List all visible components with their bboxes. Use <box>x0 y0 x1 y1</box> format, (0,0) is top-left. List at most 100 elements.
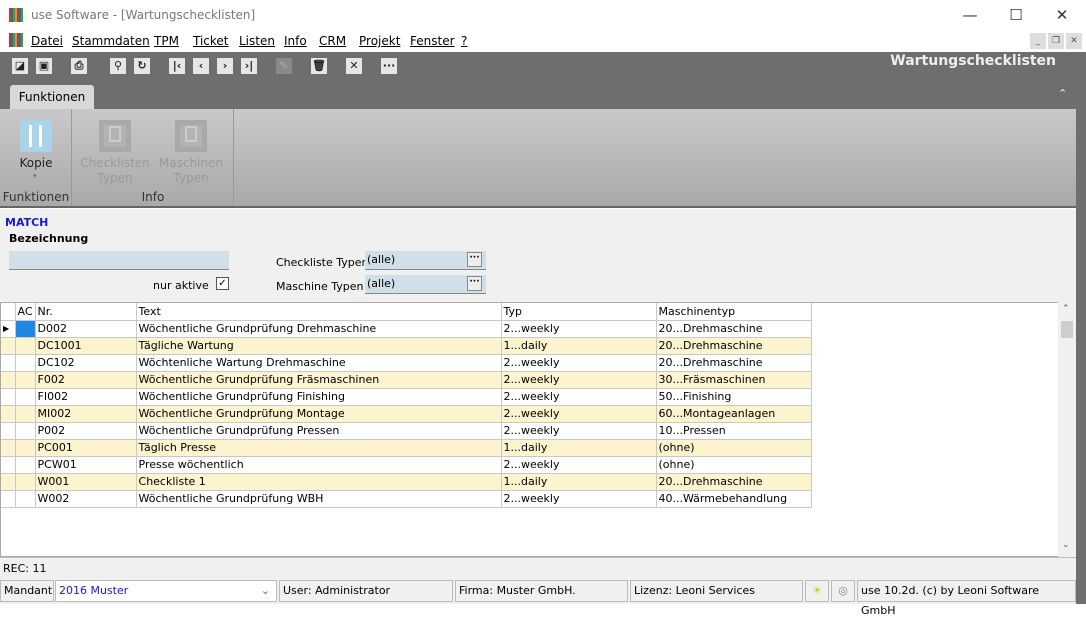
bezeichnung-input[interactable] <box>9 251 229 270</box>
menu-help[interactable]: ? <box>461 34 467 48</box>
checkliste-typen-browse-button[interactable]: ··· <box>467 252 482 267</box>
cell-nr[interactable]: FI002 <box>35 388 137 406</box>
table-row[interactable]: F002 Wöchentliche Grundprüfung Fräsmaschi… <box>1 371 812 389</box>
save-icon[interactable]: ▣ <box>36 58 52 74</box>
close-button[interactable]: ✕ <box>1047 4 1077 26</box>
menu-ticket[interactable]: Ticket <box>193 34 229 48</box>
cell-nr[interactable]: DC1001 <box>35 337 137 355</box>
collapse-ribbon-icon[interactable]: ⌃ <box>1058 87 1067 100</box>
cell-maschinentyp[interactable]: (ohne) <box>656 439 812 457</box>
cell-text[interactable]: Wöchentliche Grundprüfung Pressen <box>136 422 502 440</box>
row-indicator[interactable] <box>1 337 16 355</box>
mdi-close-button[interactable]: ✕ <box>1066 33 1082 49</box>
cell-maschinentyp[interactable]: 20...Drehmaschine <box>656 320 812 338</box>
cell-nr[interactable]: DC102 <box>35 354 137 372</box>
cell-maschinentyp[interactable]: 20...Drehmaschine <box>656 337 812 355</box>
cell-text[interactable]: Checkliste 1 <box>136 473 502 491</box>
cell-maschinentyp[interactable]: 10...Pressen <box>656 422 812 440</box>
column-header-text[interactable]: Text <box>136 303 502 321</box>
column-header-nr[interactable]: Nr. <box>35 303 137 321</box>
row-indicator[interactable] <box>1 439 16 457</box>
cell-typ[interactable]: 2...weekly <box>501 354 657 372</box>
cancel-icon[interactable]: ✕ <box>346 58 362 74</box>
first-record-icon[interactable]: |‹ <box>169 58 185 74</box>
row-indicator[interactable] <box>1 490 16 508</box>
menu-fenster[interactable]: Fenster <box>410 34 455 48</box>
cell-ac[interactable] <box>15 473 36 491</box>
column-header-typ[interactable]: Typ <box>501 303 657 321</box>
menu-crm[interactable]: CRM <box>319 34 346 48</box>
cell-ac[interactable] <box>15 456 36 474</box>
more-icon[interactable]: ··· <box>381 58 397 74</box>
cell-ac[interactable] <box>15 422 36 440</box>
minimize-button[interactable]: — <box>955 4 985 26</box>
table-row[interactable]: W001 Checkliste 1 1...daily 20...Drehmaschi… <box>1 473 812 491</box>
cell-ac[interactable] <box>15 371 36 389</box>
next-record-icon[interactable]: › <box>217 58 233 74</box>
scrollbar-thumb[interactable] <box>1061 321 1073 338</box>
cell-ac[interactable] <box>15 337 36 355</box>
cell-typ[interactable]: 2...weekly <box>501 371 657 389</box>
table-row[interactable]: MI002 Wöchentliche Grundprüfung Montage 2.… <box>1 405 812 423</box>
search-icon[interactable]: ⚲ <box>110 58 126 74</box>
cell-nr[interactable]: P002 <box>35 422 137 440</box>
menu-listen[interactable]: Listen <box>239 34 275 48</box>
cell-nr[interactable]: PCW01 <box>35 456 137 474</box>
cell-maschinentyp[interactable]: (ohne) <box>656 456 812 474</box>
last-record-icon[interactable]: ›| <box>241 58 257 74</box>
cell-typ[interactable]: 2...weekly <box>501 490 657 508</box>
cell-nr[interactable]: W002 <box>35 490 137 508</box>
current-row-indicator-icon[interactable]: ▶ <box>1 320 16 338</box>
mandant-select[interactable]: 2016 Muster ⌄ <box>55 580 277 602</box>
table-row[interactable]: W002 Wöchentliche Grundprüfung WBH 2...wee… <box>1 490 812 508</box>
cell-typ[interactable]: 1...daily <box>501 473 657 491</box>
cell-ac[interactable] <box>15 439 36 457</box>
tab-funktionen[interactable]: Funktionen <box>10 85 94 109</box>
row-indicator[interactable] <box>1 354 16 372</box>
row-indicator[interactable] <box>1 456 16 474</box>
maximize-button[interactable]: ☐ <box>1001 4 1031 26</box>
vertical-scrollbar[interactable]: ⌃ ⌄ <box>1058 302 1076 557</box>
cell-ac[interactable] <box>15 388 36 406</box>
cell-ac[interactable] <box>15 405 36 423</box>
cell-text[interactable]: Wöchentliche Grundprüfung Drehmaschine <box>136 320 502 338</box>
scroll-down-icon[interactable]: ⌄ <box>1062 540 1070 550</box>
cell-nr[interactable]: MI002 <box>35 405 137 423</box>
cell-ac[interactable] <box>15 354 36 372</box>
cell-text[interactable]: Wöchentliche Grundprüfung Fräsmaschinen <box>136 371 502 389</box>
cell-typ[interactable]: 2...weekly <box>501 422 657 440</box>
cell-typ[interactable]: 2...weekly <box>501 320 657 338</box>
cell-typ[interactable]: 1...daily <box>501 337 657 355</box>
cell-typ[interactable]: 2...weekly <box>501 388 657 406</box>
light-bulb-icon[interactable]: ☀ <box>805 580 829 602</box>
table-row[interactable]: DC1001 Tägliche Wartung 1...daily 20...Dreh… <box>1 337 812 355</box>
column-header-ac[interactable]: AC <box>15 303 36 321</box>
copy-icon[interactable] <box>20 120 52 152</box>
row-indicator[interactable] <box>1 388 16 406</box>
cell-typ[interactable]: 1...daily <box>501 439 657 457</box>
cell-maschinentyp[interactable]: 40...Wärmebehandlung <box>656 490 812 508</box>
delete-icon[interactable]: 🗑 <box>311 58 327 74</box>
row-indicator[interactable] <box>1 371 16 389</box>
cell-maschinentyp[interactable]: 30...Fräsmaschinen <box>656 371 812 389</box>
cell-maschinentyp[interactable]: 50...Finishing <box>656 388 812 406</box>
new-icon[interactable]: ◪ <box>12 58 28 74</box>
cell-text[interactable]: Presse wöchentlich <box>136 456 502 474</box>
row-indicator[interactable] <box>1 422 16 440</box>
print-icon[interactable]: ⎙ <box>71 58 87 74</box>
table-row[interactable]: PC001 Täglich Presse 1...daily (ohne) <box>1 439 812 457</box>
mdi-restore-button[interactable]: ❐ <box>1048 33 1064 49</box>
cell-ac[interactable] <box>15 490 36 508</box>
cell-maschinentyp[interactable]: 60...Montageanlagen <box>656 405 812 423</box>
cell-text[interactable]: Wöchentliche Grundprüfung WBH <box>136 490 502 508</box>
previous-record-icon[interactable]: ‹ <box>193 58 209 74</box>
cell-text[interactable]: Tägliche Wartung <box>136 337 502 355</box>
table-row[interactable]: FI002 Wöchentliche Grundprüfung Finishing… <box>1 388 812 406</box>
menu-projekt[interactable]: Projekt <box>359 34 400 48</box>
table-row[interactable]: ▶ D002 Wöchentliche Grundprüfung Drehmasch… <box>1 320 812 338</box>
menu-datei[interactable]: Datei <box>31 34 63 48</box>
menu-stammdaten[interactable]: Stammdaten <box>72 34 150 48</box>
row-indicator[interactable] <box>1 473 16 491</box>
chevron-down-icon[interactable]: ⌄ <box>261 581 270 601</box>
cell-nr[interactable]: W001 <box>35 473 137 491</box>
